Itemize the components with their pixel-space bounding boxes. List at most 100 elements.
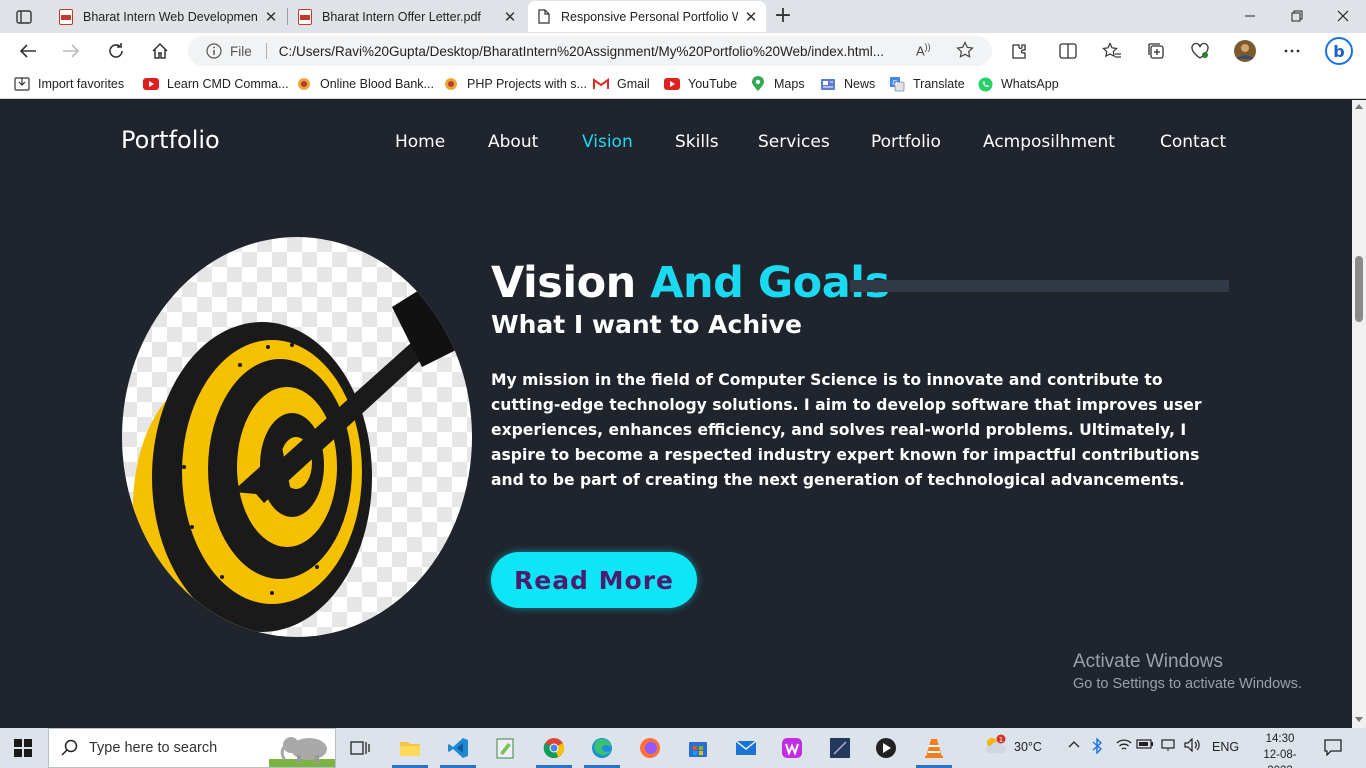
fav-php-projects[interactable]: PHP Projects with s...: [443, 76, 587, 92]
notepad-plus-icon[interactable]: [492, 734, 520, 762]
fav-gmail[interactable]: Gmail: [593, 76, 650, 92]
home-icon[interactable]: [147, 38, 173, 64]
vision-paragraph: My mission in the field of Computer Scie…: [491, 371, 1202, 489]
edge-icon[interactable]: [588, 734, 616, 762]
split-screen-icon[interactable]: [1055, 38, 1081, 64]
battery-icon[interactable]: [1136, 738, 1154, 753]
fav-online-blood-bank[interactable]: Online Blood Bank...: [296, 76, 434, 92]
notifications-icon[interactable]: [1324, 738, 1342, 759]
sql-server-icon[interactable]: [826, 734, 854, 762]
youtube-icon: [664, 76, 680, 92]
close-icon[interactable]: ✕: [264, 8, 278, 26]
site-logo[interactable]: Portfolio: [121, 126, 220, 154]
windows-taskbar: Type here to search 1 30°C ENG 14:30 12-…: [0, 728, 1366, 768]
fav-learn-cmd[interactable]: Learn CMD Comma...: [143, 76, 289, 92]
taskbar-search-box[interactable]: Type here to search: [48, 728, 336, 768]
tab-offer-letter-pdf[interactable]: Bharat Intern Offer Letter.pdf ✕: [289, 1, 525, 32]
restore-icon[interactable]: [1285, 4, 1309, 28]
vlc-icon[interactable]: [920, 734, 948, 762]
whatsapp-icon: [977, 76, 993, 92]
scroll-up-icon[interactable]: [1355, 104, 1363, 109]
scroll-thumb[interactable]: [1355, 256, 1363, 322]
fav-youtube[interactable]: YouTube: [664, 76, 737, 92]
search-icon: [61, 739, 79, 757]
refresh-icon[interactable]: [103, 38, 129, 64]
page-scrollbar[interactable]: [1352, 100, 1366, 728]
microsoft-store-icon[interactable]: [684, 734, 712, 762]
fav-import-favorites[interactable]: Import favorites: [14, 76, 124, 92]
read-more-button[interactable]: Read More: [491, 552, 697, 608]
elephant-illustration-icon: [269, 731, 335, 768]
tab-title: Bharat Intern Offer Letter.pdf: [322, 9, 481, 24]
new-tab-button[interactable]: +: [772, 4, 794, 28]
nav-home[interactable]: Home: [395, 132, 445, 152]
clock-date: 12-08-2023: [1263, 749, 1297, 768]
bing-chat-icon[interactable]: b: [1323, 35, 1355, 67]
forward-icon[interactable]: [58, 38, 84, 64]
file-scheme-label: File: [230, 43, 252, 59]
watermark-line-2: Go to Settings to activate Windows.: [1073, 676, 1302, 692]
volume-icon[interactable]: [1184, 737, 1202, 755]
fav-whatsapp[interactable]: WhatsApp: [977, 76, 1059, 92]
fav-label: Learn CMD Comma...: [167, 77, 289, 91]
fav-label: Translate: [913, 77, 965, 91]
scroll-down-icon[interactable]: [1355, 717, 1363, 722]
nav-skills[interactable]: Skills: [675, 132, 719, 152]
minimize-icon[interactable]: [1238, 4, 1262, 28]
task-view-icon[interactable]: [346, 734, 374, 762]
url-text[interactable]: C:/Users/Ravi%20Gupta/Desktop/BharatInte…: [279, 44, 909, 59]
read-aloud-icon[interactable]: A)): [916, 42, 931, 58]
fav-news[interactable]: News: [820, 76, 875, 92]
search-placeholder: Type here to search: [89, 740, 218, 756]
extensions-icon[interactable]: [1006, 38, 1032, 64]
close-icon[interactable]: ✕: [744, 8, 758, 26]
fav-label: Maps: [774, 77, 805, 91]
wifi-icon[interactable]: [1116, 738, 1132, 755]
address-bar[interactable]: File C:/Users/Ravi%20Gupta/Desktop/Bhara…: [188, 36, 992, 66]
tab-actions-icon[interactable]: [8, 5, 40, 29]
mail-icon[interactable]: [732, 734, 760, 762]
svg-text:G: G: [892, 79, 897, 87]
weather-icon[interactable]: 1: [982, 734, 1008, 759]
nav-contact[interactable]: Contact: [1160, 132, 1226, 152]
nav-accomplishment[interactable]: Acmposilhment: [983, 132, 1115, 152]
favorites-icon[interactable]: [1099, 38, 1125, 64]
fav-translate[interactable]: G Translate: [889, 76, 965, 92]
network-icon[interactable]: [1160, 738, 1176, 755]
bluetooth-icon[interactable]: [1092, 737, 1103, 757]
fav-maps[interactable]: Maps: [750, 76, 805, 92]
chrome-icon[interactable]: [540, 734, 568, 762]
collections-icon[interactable]: [1143, 38, 1169, 64]
wps-office-icon[interactable]: [778, 734, 806, 762]
more-options-icon[interactable]: [1279, 38, 1305, 64]
info-icon[interactable]: [206, 43, 222, 59]
tab-portfolio[interactable]: Responsive Personal Portfolio We ✕: [528, 1, 766, 32]
vscode-icon[interactable]: [444, 734, 472, 762]
close-window-icon[interactable]: [1331, 4, 1355, 28]
file-explorer-icon[interactable]: [396, 734, 424, 762]
system-clock[interactable]: 14:30 12-08-2023: [1254, 731, 1306, 768]
favorite-star-icon[interactable]: [956, 41, 974, 59]
tab-web-development-pdf[interactable]: Bharat Intern Web Development. ✕: [50, 1, 286, 32]
nav-portfolio[interactable]: Portfolio: [871, 132, 941, 152]
maps-icon: [750, 76, 766, 92]
close-icon[interactable]: ✕: [503, 8, 517, 26]
media-player-icon[interactable]: [872, 734, 900, 762]
profile-avatar[interactable]: [1232, 38, 1258, 64]
fav-label: Import favorites: [38, 77, 125, 91]
nav-services[interactable]: Services: [758, 132, 830, 152]
browser-essentials-icon[interactable]: [1187, 38, 1213, 64]
nav-about[interactable]: About: [488, 132, 538, 152]
target-arrow-icon: [133, 277, 462, 637]
clock-time: 14:30: [1265, 733, 1295, 745]
tab-title: Bharat Intern Web Development.: [83, 9, 258, 24]
page-viewport: Portfolio Home About Vision Skills Servi…: [0, 100, 1352, 728]
weather-temp[interactable]: 30°C: [1014, 740, 1042, 754]
firefox-icon[interactable]: [636, 734, 664, 762]
language-indicator[interactable]: ENG: [1212, 740, 1239, 754]
back-icon[interactable]: [15, 38, 41, 64]
nav-vision[interactable]: Vision: [582, 132, 633, 152]
windows-start-icon[interactable]: [14, 739, 32, 757]
fav-label: Gmail: [617, 77, 650, 91]
chevron-up-icon[interactable]: [1068, 738, 1080, 752]
